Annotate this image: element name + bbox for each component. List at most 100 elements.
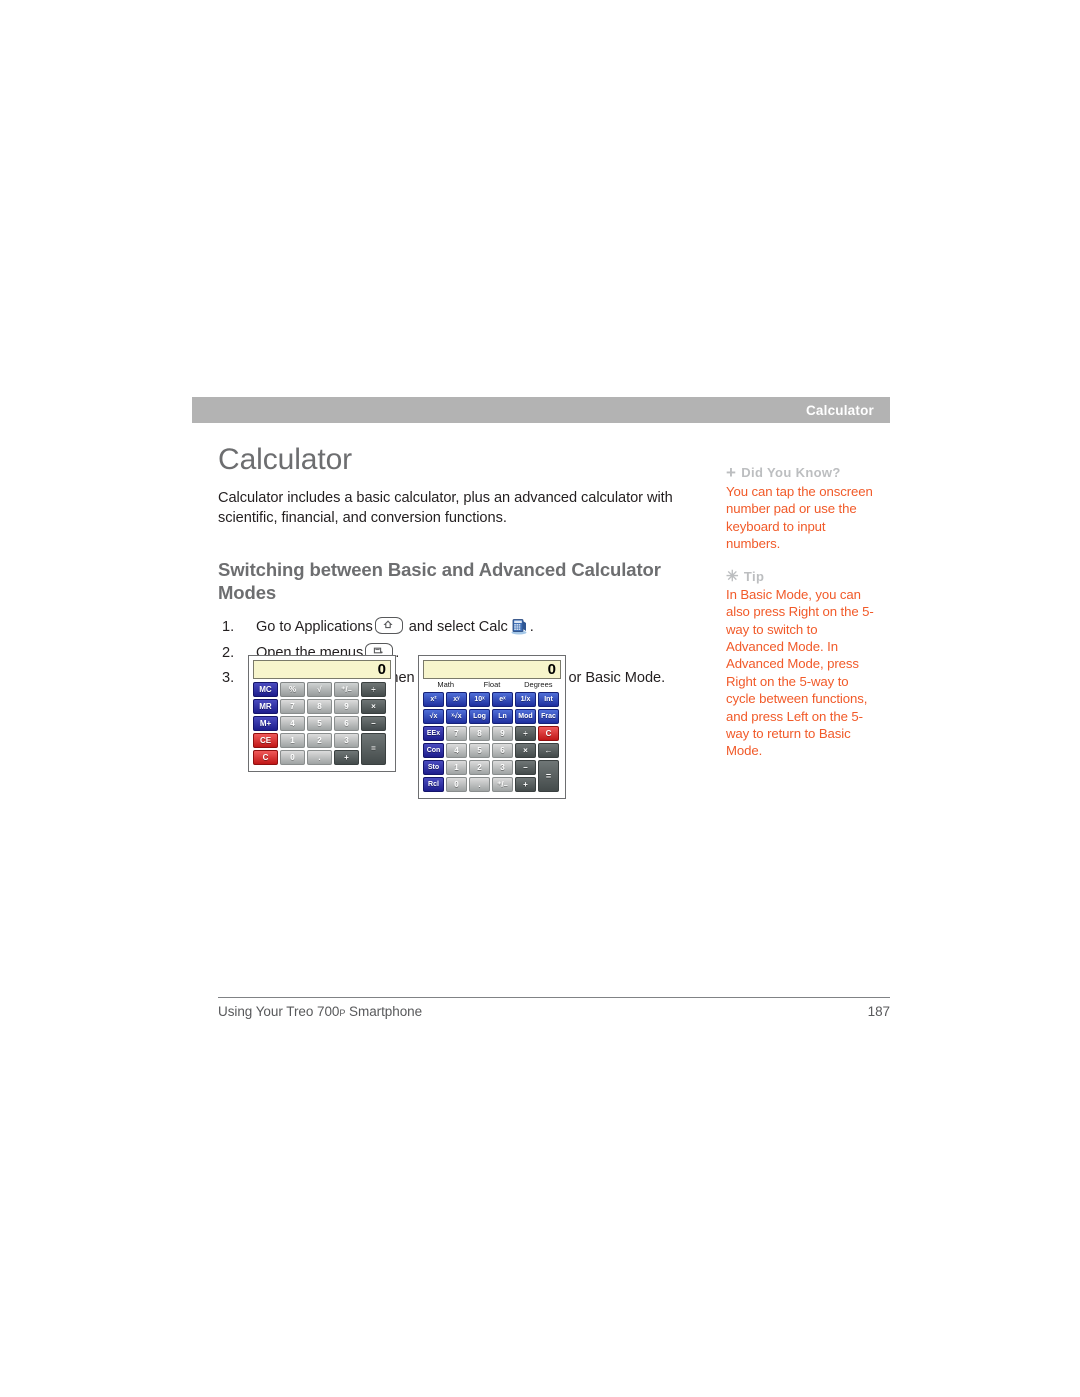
calculator-key[interactable]: ⁺/₋ [492,777,513,792]
calculator-key[interactable]: 4 [446,743,467,758]
calculator-key[interactable]: ÷ [361,682,386,697]
calculator-key[interactable]: = [538,760,559,792]
note-heading: + Did You Know? [726,464,876,481]
calculator-key[interactable]: 2 [469,760,490,775]
calculator-key[interactable]: EEx [423,726,444,741]
intro-paragraph: Calculator includes a basic calculator, … [218,489,673,527]
mode-label-float: Float [483,680,501,689]
note-body: In Basic Mode, you can also press Right … [726,586,874,759]
calculator-key[interactable]: x² [423,692,444,707]
calculator-key[interactable]: 9 [334,699,359,714]
calculator-key[interactable]: ˣ√x [446,709,467,724]
calculator-key[interactable]: 4 [280,716,305,731]
calculator-key[interactable]: Rcl [423,777,444,792]
calculator-key[interactable]: M+ [253,716,278,731]
calculator-key[interactable]: Con [423,743,444,758]
calculator-key[interactable]: 10ˣ [469,692,490,707]
note-heading-label: Tip [743,568,765,584]
calculator-key[interactable]: 2 [307,733,332,748]
calculator-key[interactable]: C [253,750,278,765]
calculator-key[interactable]: ⁺/₋ [334,682,359,697]
keypad-row: Con 4 5 6 × ← [423,743,561,758]
step-text: Go to Applications and select Calc . [256,617,534,636]
calculator-key[interactable]: 6 [492,743,513,758]
calculator-key[interactable]: MR [253,699,278,714]
running-header-title: Calculator [805,402,874,418]
keypad-row: MR 7 8 9 × [253,699,391,714]
note-body: You can tap the onscreen number pad or u… [726,484,873,552]
calculator-key[interactable]: CE [253,733,278,748]
calculator-key[interactable]: Mod [515,709,536,724]
calculator-key[interactable]: xʸ [446,692,467,707]
home-key-icon [374,617,403,635]
footer-title-before: Using Your Treo 700 [218,1004,340,1019]
calculator-key[interactable]: + [515,777,536,792]
plus-icon: + [726,463,737,482]
calculator-key[interactable]: √x [423,709,444,724]
calc-app-icon [510,618,528,635]
calculator-key[interactable]: × [515,743,536,758]
calculator-key[interactable]: 1 [280,733,305,748]
calculator-key[interactable]: MC [253,682,278,697]
advanced-calculator-mode-bar: Math Float Degrees [423,680,561,689]
calculator-key[interactable]: 6 [334,716,359,731]
keypad-row: M+ 4 5 6– [253,716,391,731]
mode-label-math: Math [437,680,455,689]
calculator-key[interactable]: 1/x [515,692,536,707]
step-number: 3. [222,669,235,686]
note-tip: ✳ Tip In Basic Mode, you can also press … [726,569,876,760]
asterisk-icon: ✳ [726,567,739,585]
step-text-before: Go to Applications [256,619,373,636]
calculator-key[interactable]: = [361,733,386,765]
note-did-you-know: + Did You Know? You can tap the onscreen… [726,464,876,553]
note-heading-label: Did You Know? [741,465,841,480]
advanced-calculator-screenshot: 0 Math Float Degrees x² xʸ 10ˣ eˣ 1/x Int √x ˣ√… [418,655,566,799]
keypad-row: EEx 7 8 9 ÷ C [423,726,561,741]
calculator-key[interactable]: 9 [492,726,513,741]
calculator-key[interactable]: 3 [334,733,359,748]
calculator-key[interactable]: – [361,716,386,731]
calculator-key[interactable]: . [307,750,332,765]
keypad-row: x² xʸ 10ˣ eˣ 1/x Int [423,692,561,707]
calculator-key[interactable]: 5 [307,716,332,731]
calculator-key[interactable]: Log [469,709,490,724]
list-item: 1. Go to Applications and select Calc . [218,616,700,638]
footer-divider [218,997,890,998]
page-title: Calculator [218,443,353,476]
calculator-key[interactable]: 3 [492,760,513,775]
step-text-after: . [529,619,534,636]
calculator-key[interactable]: 7 [446,726,467,741]
calculator-key[interactable]: 5 [469,743,490,758]
calculator-key[interactable]: % [280,682,305,697]
calculator-key[interactable]: 0 [280,750,305,765]
advanced-calculator-display: 0 [423,660,561,679]
calculator-key[interactable]: + [334,750,359,765]
calculator-key[interactable]: 7 [280,699,305,714]
calculator-key[interactable]: 1 [446,760,467,775]
footer-title-after: Smartphone [345,1004,423,1019]
note-heading: ✳ Tip [726,569,876,584]
keypad-row: CE 1 2 3 = [253,733,391,765]
calculator-key[interactable]: Sto [423,760,444,775]
calculator-key[interactable]: eˣ [492,692,513,707]
advanced-calculator-keypad: x² xʸ 10ˣ eˣ 1/x Int √x ˣ√x Log Ln Mod Frac EEx 7 8 9 ÷ C… [423,692,561,792]
calculator-key[interactable]: Ln [492,709,513,724]
calculator-key[interactable]: ÷ [515,726,536,741]
calculator-key[interactable]: – [515,760,536,775]
calculator-key[interactable]: 0 [446,777,467,792]
step-text-middle: and select Calc [408,619,508,636]
calculator-key[interactable]: 8 [469,726,490,741]
section-heading: Switching between Basic and Advanced Cal… [218,559,661,604]
step-number: 2. [222,644,235,661]
calculator-key[interactable]: Frac [538,709,559,724]
footer-book-title: Using Your Treo 700P Smartphone [218,1004,422,1019]
calculator-key[interactable]: × [361,699,386,714]
calculator-key[interactable]: ← [538,743,559,758]
calculator-key[interactable]: Int [538,692,559,707]
footer-page-number: 187 [867,1004,890,1019]
keypad-row: Sto 1 2 3– = [423,760,561,792]
calculator-key[interactable]: C [538,726,559,741]
calculator-key[interactable]: . [469,777,490,792]
calculator-key[interactable]: 8 [307,699,332,714]
calculator-key[interactable]: √ [307,682,332,697]
